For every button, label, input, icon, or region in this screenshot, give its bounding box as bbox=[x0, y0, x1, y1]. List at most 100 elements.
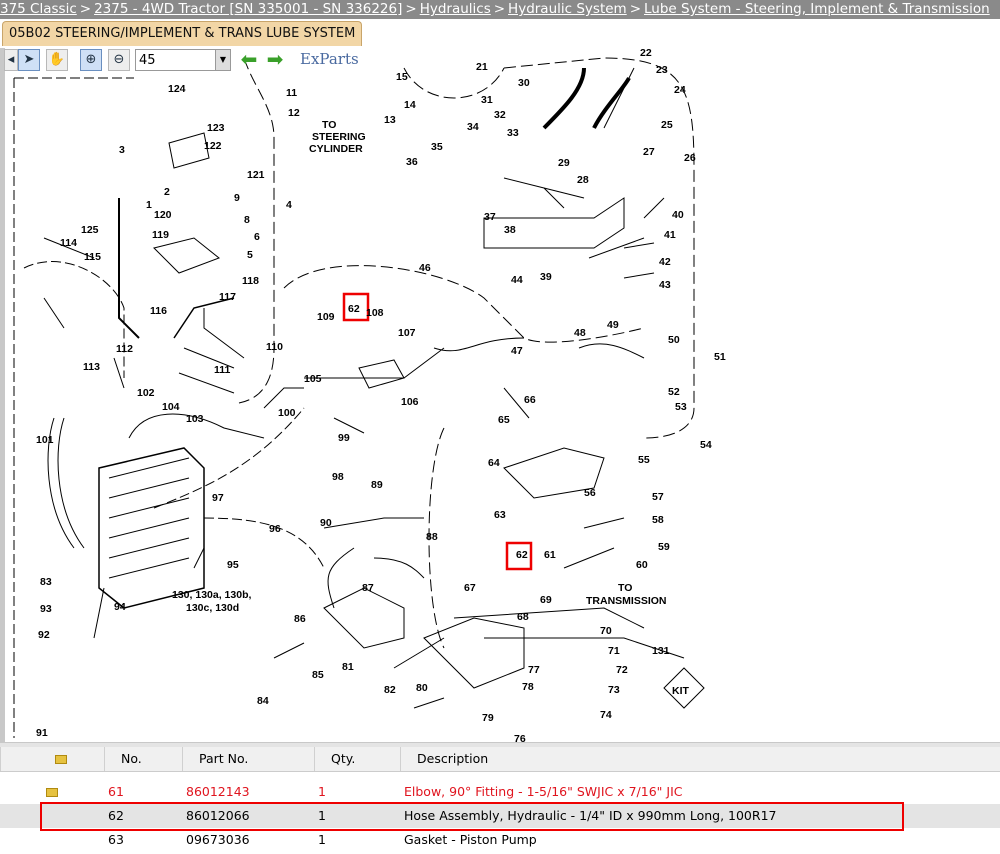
chevron-down-icon[interactable]: ▼ bbox=[215, 50, 230, 70]
diagram-callout-93[interactable]: 93 bbox=[40, 603, 52, 615]
diagram-callout-29[interactable]: 29 bbox=[558, 157, 570, 169]
table-row[interactable]: 61 86012143 1 Elbow, 90° Fitting - 1-5/1… bbox=[0, 780, 1000, 804]
diagram-callout-60[interactable]: 60 bbox=[636, 559, 648, 571]
diagram-callout-37[interactable]: 37 bbox=[484, 211, 496, 223]
diagram-callout-77[interactable]: 77 bbox=[528, 664, 540, 676]
diagram-callout-51[interactable]: 51 bbox=[714, 351, 726, 363]
breadcrumb-link-lube-system[interactable]: Lube System - Steering, Implement & Tran… bbox=[644, 1, 990, 17]
diagram-callout-32[interactable]: 32 bbox=[494, 109, 506, 121]
diagram-callout-99[interactable]: 99 bbox=[338, 432, 350, 444]
diagram-callout-88[interactable]: 88 bbox=[426, 531, 438, 543]
diagram-callout-124[interactable]: 124 bbox=[168, 83, 186, 95]
diagram-callout-118[interactable]: 118 bbox=[242, 275, 259, 287]
diagram-callout-55[interactable]: 55 bbox=[638, 454, 650, 466]
diagram-callout-107[interactable]: 107 bbox=[398, 327, 416, 339]
diagram-callout-53[interactable]: 53 bbox=[675, 401, 687, 413]
diagram-callout-48[interactable]: 48 bbox=[574, 327, 586, 339]
diagram-callout-62-highlighted[interactable]: 62 bbox=[348, 303, 360, 315]
breadcrumb-link-model[interactable]: 375 Classic bbox=[0, 1, 77, 17]
diagram-callout-123[interactable]: 123 bbox=[207, 122, 225, 134]
back-arrow-icon[interactable]: ⬅ bbox=[238, 49, 260, 71]
diagram-callout-71[interactable]: 71 bbox=[608, 645, 620, 657]
pan-hand-icon[interactable]: ✋ bbox=[46, 49, 68, 71]
diagram-callout-70[interactable]: 70 bbox=[600, 625, 612, 637]
diagram-callout-26[interactable]: 26 bbox=[684, 152, 696, 164]
diagram-callout-103[interactable]: 103 bbox=[186, 413, 204, 425]
diagram-callout-82[interactable]: 82 bbox=[384, 684, 396, 696]
diagram-callout-104[interactable]: 104 bbox=[162, 401, 180, 413]
diagram-callout-25[interactable]: 25 bbox=[661, 119, 673, 131]
diagram-callout-12[interactable]: 12 bbox=[288, 107, 300, 119]
exploded-parts-diagram[interactable]: 1 2 3 4 5 6 8 9 11 12 13 14 15 21 22 23 24 25 26 27 28 29 30 31… bbox=[4, 47, 1000, 745]
breadcrumb-link-hydraulics[interactable]: Hydraulics bbox=[420, 1, 491, 17]
diagram-callout-121[interactable]: 121 bbox=[247, 169, 265, 181]
forward-arrow-icon[interactable]: ➡ bbox=[264, 49, 286, 71]
diagram-callout-36[interactable]: 36 bbox=[406, 156, 418, 168]
diagram-callout-24[interactable]: 24 bbox=[674, 84, 686, 96]
diagram-callout-73[interactable]: 73 bbox=[608, 684, 620, 696]
diagram-callout-58[interactable]: 58 bbox=[652, 514, 664, 526]
diagram-callout-66[interactable]: 66 bbox=[524, 394, 536, 406]
zoom-input[interactable] bbox=[136, 50, 220, 70]
diagram-callout-91[interactable]: 91 bbox=[36, 727, 48, 739]
diagram-callout-64[interactable]: 64 bbox=[488, 457, 500, 469]
diagram-callout-109[interactable]: 109 bbox=[317, 311, 335, 323]
diagram-callout-114[interactable]: 114 bbox=[60, 237, 77, 249]
diagram-callout-112[interactable]: 112 bbox=[116, 343, 133, 355]
diagram-callout-1[interactable]: 1 bbox=[146, 199, 152, 211]
diagram-callout-86[interactable]: 86 bbox=[294, 613, 306, 625]
diagram-callout-111[interactable]: 111 bbox=[214, 364, 231, 376]
diagram-callout-80[interactable]: 80 bbox=[416, 682, 428, 694]
diagram-callout-87[interactable]: 87 bbox=[362, 582, 374, 594]
diagram-callout-98[interactable]: 98 bbox=[332, 471, 344, 483]
diagram-callout-44[interactable]: 44 bbox=[511, 274, 523, 286]
column-header-part-no[interactable]: Part No. bbox=[182, 747, 314, 771]
diagram-callout-8[interactable]: 8 bbox=[244, 214, 250, 226]
diagram-callout-22[interactable]: 22 bbox=[640, 47, 652, 59]
diagram-callout-21[interactable]: 21 bbox=[476, 61, 488, 73]
diagram-callout-95[interactable]: 95 bbox=[227, 559, 239, 571]
diagram-callout-35[interactable]: 35 bbox=[431, 141, 443, 153]
diagram-callout-69[interactable]: 69 bbox=[540, 594, 552, 606]
diagram-callout-11[interactable]: 11 bbox=[286, 87, 297, 99]
diagram-callout-47[interactable]: 47 bbox=[511, 345, 523, 357]
diagram-callout-34[interactable]: 34 bbox=[467, 121, 479, 133]
diagram-callout-57[interactable]: 57 bbox=[652, 491, 664, 503]
diagram-callout-3[interactable]: 3 bbox=[119, 144, 125, 156]
diagram-callout-15[interactable]: 15 bbox=[396, 71, 408, 83]
diagram-callout-31[interactable]: 31 bbox=[481, 94, 493, 106]
diagram-callout-120[interactable]: 120 bbox=[154, 209, 172, 221]
table-row[interactable]: 63 09673036 1 Gasket - Piston Pump bbox=[0, 828, 1000, 852]
diagram-callout-63[interactable]: 63 bbox=[494, 509, 506, 521]
column-header-no[interactable]: No. bbox=[104, 747, 182, 771]
diagram-callout-119[interactable]: 119 bbox=[152, 229, 169, 241]
diagram-callout-59[interactable]: 59 bbox=[658, 541, 670, 553]
diagram-callout-106[interactable]: 106 bbox=[401, 396, 419, 408]
diagram-callout-56[interactable]: 56 bbox=[584, 487, 596, 499]
diagram-callout-68[interactable]: 68 bbox=[517, 611, 529, 623]
diagram-callout-41[interactable]: 41 bbox=[664, 229, 676, 241]
diagram-callout-27[interactable]: 27 bbox=[643, 146, 655, 158]
diagram-callout-79[interactable]: 79 bbox=[482, 712, 494, 724]
zoom-out-icon[interactable]: ⊖ bbox=[108, 49, 130, 71]
column-header-qty[interactable]: Qty. bbox=[314, 747, 400, 771]
diagram-callout-65[interactable]: 65 bbox=[498, 414, 510, 426]
diagram-callout-62[interactable]: 62 bbox=[516, 549, 528, 561]
diagram-callout-67[interactable]: 67 bbox=[464, 582, 476, 594]
select-arrow-icon[interactable]: ➤ bbox=[18, 49, 40, 71]
diagram-callout-101[interactable]: 101 bbox=[36, 434, 54, 446]
diagram-callout-125[interactable]: 125 bbox=[81, 224, 99, 236]
diagram-callout-84[interactable]: 84 bbox=[257, 695, 269, 707]
diagram-callout-2[interactable]: 2 bbox=[164, 186, 170, 198]
diagram-callout-102[interactable]: 102 bbox=[137, 387, 155, 399]
diagram-callout-116[interactable]: 116 bbox=[150, 305, 167, 317]
diagram-callout-52[interactable]: 52 bbox=[668, 386, 680, 398]
diagram-callout-96[interactable]: 96 bbox=[269, 523, 281, 535]
diagram-tab[interactable]: 05B02 STEERING/IMPLEMENT & TRANS LUBE SY… bbox=[2, 21, 363, 46]
diagram-callout-94[interactable]: 94 bbox=[114, 601, 126, 613]
diagram-callout-6[interactable]: 6 bbox=[254, 231, 260, 243]
diagram-callout-131[interactable]: 131 bbox=[652, 645, 670, 657]
diagram-callout-76[interactable]: 76 bbox=[514, 733, 526, 745]
diagram-callout-30[interactable]: 30 bbox=[518, 77, 530, 89]
diagram-callout-81[interactable]: 81 bbox=[342, 661, 354, 673]
